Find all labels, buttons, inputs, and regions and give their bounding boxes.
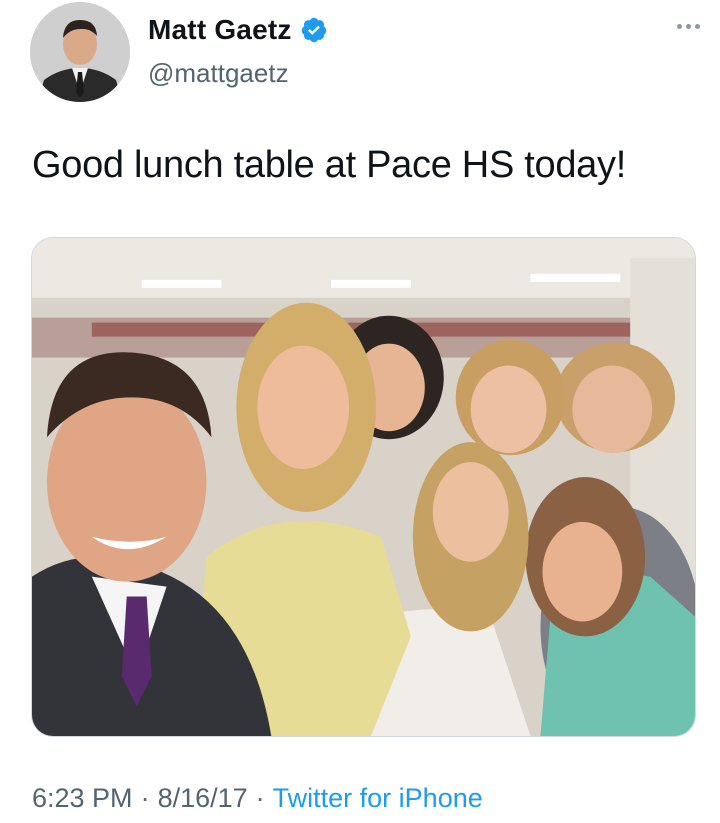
avatar[interactable] bbox=[30, 2, 130, 102]
meta-separator: · bbox=[140, 783, 150, 813]
verified-badge-icon bbox=[301, 17, 326, 43]
tweet-card: Matt Gaetz @mattgaetz Good lunch table a… bbox=[0, 0, 720, 823]
group-selfie-photo-icon bbox=[32, 238, 695, 736]
tweet-meta: 6:23 PM · 8/16/17 · Twitter for iPhone bbox=[32, 783, 483, 814]
meta-separator-2: · bbox=[255, 783, 265, 813]
tweet-text: Good lunch table at Pace HS today! bbox=[32, 144, 626, 186]
tweet-photo[interactable] bbox=[31, 237, 696, 737]
tweet-date[interactable]: 8/16/17 bbox=[158, 783, 248, 814]
user-handle[interactable]: @mattgaetz bbox=[148, 58, 289, 89]
profile-photo-icon bbox=[30, 2, 130, 102]
more-options-icon[interactable] bbox=[677, 24, 700, 29]
tweet-source-link[interactable]: Twitter for iPhone bbox=[273, 783, 483, 814]
tweet-time[interactable]: 6:23 PM bbox=[32, 783, 133, 814]
name-row: Matt Gaetz bbox=[148, 14, 328, 46]
display-name[interactable]: Matt Gaetz bbox=[148, 14, 292, 46]
